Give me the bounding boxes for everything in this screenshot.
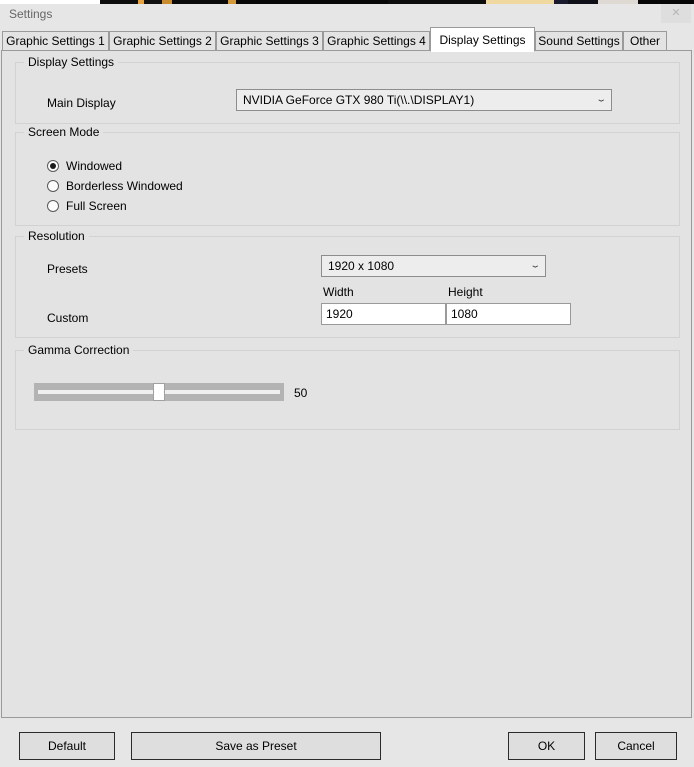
group-resolution: Resolution Presets 1920 x 1080 ⌄ Width H… — [15, 229, 680, 338]
radio-full-screen[interactable]: Full Screen — [47, 198, 247, 216]
default-button[interactable]: Default — [19, 732, 115, 760]
tab-sound-settings[interactable]: Sound Settings — [535, 31, 623, 51]
tab-content-panel: Display Settings Main Display NVIDIA GeF… — [1, 50, 692, 718]
radio-indicator-windowed — [47, 160, 59, 172]
group-gamma-correction-label: Gamma Correction — [24, 343, 134, 357]
slider-thumb[interactable] — [153, 383, 165, 401]
custom-label: Custom — [47, 311, 89, 325]
window-title: Settings — [9, 7, 53, 21]
gamma-correction-slider[interactable] — [34, 383, 284, 401]
resolution-presets-combobox[interactable]: 1920 x 1080 ⌄ — [321, 255, 546, 277]
custom-height-input[interactable] — [446, 303, 571, 325]
radio-label-windowed: Windowed — [66, 159, 123, 173]
main-display-label: Main Display — [47, 96, 116, 110]
title-bar: Settings ✕ — [0, 4, 694, 26]
group-display-settings: Display Settings Main Display NVIDIA GeF… — [15, 55, 680, 124]
tab-graphic-settings-2[interactable]: Graphic Settings 2 — [109, 31, 216, 51]
resolution-presets-value: 1920 x 1080 — [328, 259, 395, 273]
presets-label: Presets — [47, 262, 88, 276]
radio-indicator-full-screen — [47, 200, 59, 212]
tab-graphic-settings-3[interactable]: Graphic Settings 3 — [216, 31, 323, 51]
custom-width-input[interactable] — [321, 303, 446, 325]
group-screen-mode-label: Screen Mode — [24, 125, 104, 139]
ok-button[interactable]: OK — [508, 732, 585, 760]
radio-windowed[interactable]: Windowed — [47, 158, 247, 176]
group-screen-mode: Screen Mode Windowed Borderless Windowed… — [15, 125, 680, 226]
save-as-preset-button[interactable]: Save as Preset — [131, 732, 381, 760]
close-icon[interactable]: ✕ — [661, 4, 691, 23]
tab-other[interactable]: Other — [623, 31, 667, 51]
height-label: Height — [448, 285, 483, 299]
cancel-button[interactable]: Cancel — [595, 732, 677, 760]
gamma-correction-value: 50 — [294, 386, 308, 400]
radio-label-borderless-windowed: Borderless Windowed — [66, 179, 183, 193]
main-display-combobox[interactable]: NVIDIA GeForce GTX 980 Ti(\\.\DISPLAY1) … — [236, 89, 612, 111]
width-label: Width — [323, 285, 354, 299]
tab-graphic-settings-4[interactable]: Graphic Settings 4 — [323, 31, 430, 51]
main-display-value: NVIDIA GeForce GTX 980 Ti(\\.\DISPLAY1) — [243, 93, 475, 107]
radio-indicator-borderless-windowed — [47, 180, 59, 192]
chevron-down-icon: ⌄ — [594, 95, 607, 104]
radio-borderless-windowed[interactable]: Borderless Windowed — [47, 178, 247, 196]
chevron-down-icon: ⌄ — [528, 261, 541, 270]
tab-strip: Graphic Settings 1 Graphic Settings 2 Gr… — [0, 27, 694, 52]
tab-display-settings[interactable]: Display Settings — [430, 27, 535, 52]
group-display-settings-label: Display Settings — [24, 55, 119, 69]
radio-label-full-screen: Full Screen — [66, 199, 127, 213]
tab-graphic-settings-1[interactable]: Graphic Settings 1 — [2, 31, 109, 51]
group-resolution-label: Resolution — [24, 229, 89, 243]
